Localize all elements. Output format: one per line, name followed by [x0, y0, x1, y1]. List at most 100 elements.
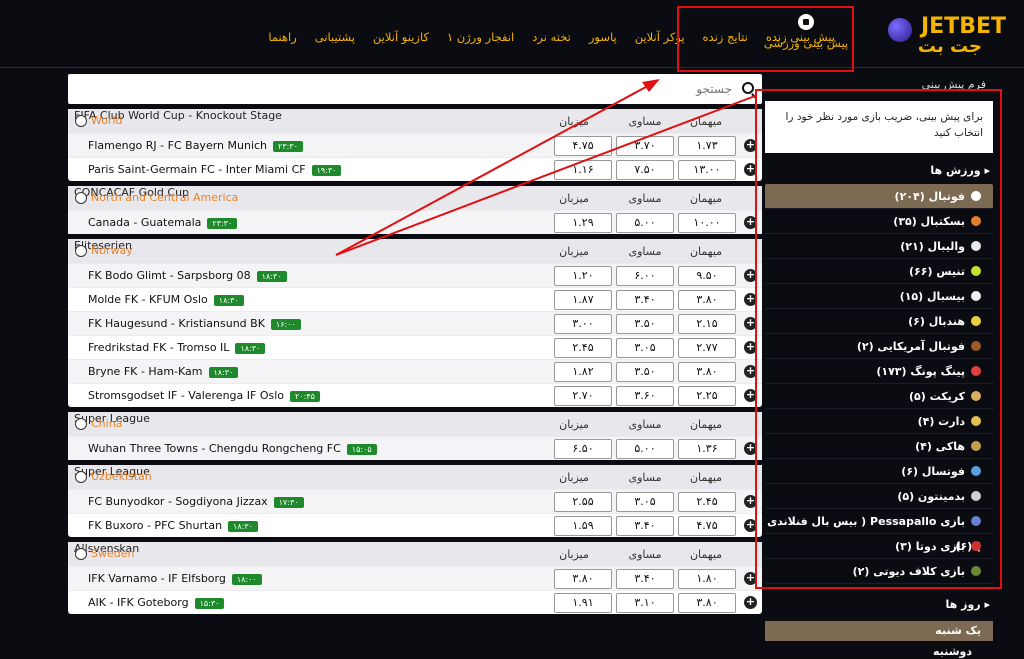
odd-draw-button[interactable]: ۶.۰۰ — [616, 266, 674, 286]
match-teams[interactable]: FC Bunyodkor - Sogdiyona Jizzax ۱۷:۳۰ — [88, 495, 304, 508]
nav-item[interactable]: راهنما — [259, 30, 305, 44]
match-time-badge: ۱۷:۳۰ — [273, 496, 304, 508]
league-country[interactable]: World — [91, 114, 123, 127]
match-teams[interactable]: Paris Saint-Germain FC - Inter Miami CF ۱… — [88, 163, 342, 176]
odd-away-button[interactable]: ۳.۸۰ — [678, 593, 736, 613]
odd-home-button[interactable]: ۲.۴۵ — [554, 338, 612, 358]
odd-away-button[interactable]: ۱۰.۰۰ — [678, 213, 736, 233]
league-country[interactable]: China — [91, 417, 122, 430]
match-teams-label: Molde FK - KFUM Oslo — [88, 293, 208, 306]
match-teams[interactable]: Molde FK - KFUM Oslo ۱۸:۳۰ — [88, 293, 244, 306]
odd-draw-button[interactable]: ۳.۷۰ — [616, 136, 674, 156]
logo-ball-icon — [888, 18, 912, 42]
odd-home-button[interactable]: ۲.۷۰ — [554, 386, 612, 406]
match-teams[interactable]: Flamengo RJ - FC Bayern Munich ۲۳:۳۰ — [88, 139, 303, 152]
column-draw: مساوی — [628, 192, 662, 205]
odd-draw-button[interactable]: ۵.۰۰ — [616, 439, 674, 459]
league-country[interactable]: Norway — [91, 244, 133, 257]
odd-away-button[interactable]: ۱.۸۰ — [678, 569, 736, 589]
odd-draw-button[interactable]: ۵.۰۰ — [616, 213, 674, 233]
odd-draw-button[interactable]: ۳.۴۰ — [616, 290, 674, 310]
search-input[interactable] — [68, 74, 762, 104]
odd-draw-button[interactable]: ۳.۵۰ — [616, 362, 674, 382]
match-teams[interactable]: Stromsgodset IF - Valerenga IF Oslo ۲۰:۴۵ — [88, 389, 320, 402]
match-time-badge: ۱۸:۰۰ — [231, 573, 262, 585]
odd-home-button[interactable]: ۱.۱۶ — [554, 160, 612, 180]
league-country[interactable]: Sweden — [91, 547, 134, 560]
league-block: Sweden Allsvenskan میزبان مساوی میهمان IFK Va… — [68, 542, 762, 614]
odd-home-button[interactable]: ۶.۵۰ — [554, 439, 612, 459]
odd-home-button[interactable]: ۴.۷۵ — [554, 136, 612, 156]
match-time-badge: ۱۸:۳۰ — [213, 294, 244, 306]
match-teams[interactable]: IFK Varnamo - IF Elfsborg ۱۸:۰۰ — [88, 572, 262, 585]
match-row: Wuhan Three Towns - Chengdu Rongcheng FC… — [68, 436, 762, 460]
odd-home-button[interactable]: ۱.۹۱ — [554, 593, 612, 613]
odd-draw-button[interactable]: ۳.۴۰ — [616, 516, 674, 536]
match-teams[interactable]: FK Buxoro - PFC Shurtan ۱۸:۳۰ — [88, 519, 258, 532]
nav-item[interactable]: انفجار ورژن ۱ — [438, 30, 523, 44]
odd-away-button[interactable]: ۲.۴۵ — [678, 492, 736, 512]
match-time-badge: ۱۵:۳۰ — [194, 597, 225, 609]
league-header: China Super League میزبان مساوی میهمان — [68, 412, 762, 436]
soccer-ball-icon — [75, 115, 87, 127]
odd-home-button[interactable]: ۲.۵۵ — [554, 492, 612, 512]
match-time-badge: ۱۸:۳۰ — [208, 366, 239, 378]
highlight-box-sidebar — [755, 89, 1002, 589]
league-country[interactable]: Uzbekistan — [91, 470, 152, 483]
odd-home-button[interactable]: ۳.۰۰ — [554, 314, 612, 334]
days-heading[interactable]: روز ها — [946, 598, 990, 611]
match-row: FK Bodo Glimt - Sarpsborg 08 ۱۸:۳۰ ۱.۲۰ ۶.۰… — [68, 263, 762, 287]
column-draw: مساوی — [628, 115, 662, 128]
logo[interactable]: JETBET جت بت — [886, 12, 1006, 58]
odd-draw-button[interactable]: ۳.۰۵ — [616, 338, 674, 358]
match-teams[interactable]: Wuhan Three Towns - Chengdu Rongcheng FC… — [88, 442, 377, 455]
odd-home-button[interactable]: ۱.۲۹ — [554, 213, 612, 233]
odd-away-button[interactable]: ۱.۷۳ — [678, 136, 736, 156]
odd-draw-button[interactable]: ۷.۵۰ — [616, 160, 674, 180]
odd-away-button[interactable]: ۲.۲۵ — [678, 386, 736, 406]
odd-away-button[interactable]: ۲.۱۵ — [678, 314, 736, 334]
day-item-active[interactable]: یک شنبه — [765, 621, 993, 641]
match-teams[interactable]: FK Bodo Glimt - Sarpsborg 08 ۱۸:۳۰ — [88, 269, 287, 282]
odd-draw-button[interactable]: ۳.۵۰ — [616, 314, 674, 334]
match-teams[interactable]: Canada - Guatemala ۲۳:۳۰ — [88, 216, 238, 229]
odd-away-button[interactable]: ۴.۷۵ — [678, 516, 736, 536]
odd-away-button[interactable]: ۲.۷۷ — [678, 338, 736, 358]
odd-draw-button[interactable]: ۳.۶۰ — [616, 386, 674, 406]
search-bar — [68, 74, 762, 104]
odd-home-button[interactable]: ۱.۸۷ — [554, 290, 612, 310]
match-teams[interactable]: Fredrikstad FK - Tromso IL ۱۸:۳۰ — [88, 341, 266, 354]
column-home: میزبان — [559, 245, 589, 258]
nav-item[interactable]: کازینو آنلاین — [364, 30, 438, 44]
match-row: Molde FK - KFUM Oslo ۱۸:۳۰ ۱.۸۷ ۳.۴۰ ۳.۸۰ + — [68, 287, 762, 311]
column-home: میزبان — [559, 192, 589, 205]
odd-away-button[interactable]: ۱.۳۶ — [678, 439, 736, 459]
odd-draw-button[interactable]: ۳.۱۰ — [616, 593, 674, 613]
league-country[interactable]: North and Central America — [91, 191, 238, 204]
match-list: World FIFA Club World Cup - Knockout Stag… — [68, 109, 762, 659]
search-icon[interactable] — [742, 82, 754, 94]
match-time-badge: ۲۳:۳۰ — [273, 140, 303, 152]
more-markets-plus-icon[interactable]: + — [744, 596, 757, 609]
odd-home-button[interactable]: ۱.۵۹ — [554, 516, 612, 536]
odd-draw-button[interactable]: ۳.۴۰ — [616, 569, 674, 589]
odd-home-button[interactable]: ۱.۲۰ — [554, 266, 612, 286]
nav-item[interactable]: تخته نرد — [523, 30, 580, 44]
soccer-ball-icon — [75, 192, 87, 204]
match-teams[interactable]: AIK - IFK Goteborg ۱۵:۳۰ — [88, 596, 225, 609]
day-item-next[interactable]: دوشنبه — [933, 645, 972, 658]
odd-draw-button[interactable]: ۳.۰۵ — [616, 492, 674, 512]
odd-away-button[interactable]: ۱۳.۰۰ — [678, 160, 736, 180]
odd-home-button[interactable]: ۱.۸۲ — [554, 362, 612, 382]
odd-home-button[interactable]: ۳.۸۰ — [554, 569, 612, 589]
odd-away-button[interactable]: ۳.۸۰ — [678, 362, 736, 382]
odd-away-button[interactable]: ۹.۵۰ — [678, 266, 736, 286]
match-teams[interactable]: Bryne FK - Ham-Kam ۱۸:۳۰ — [88, 365, 239, 378]
match-teams[interactable]: FK Haugesund - Kristiansund BK ۱۶:۰۰ — [88, 317, 301, 330]
column-away: میهمان — [689, 548, 723, 561]
nav-item[interactable]: پشتیبانی — [306, 30, 364, 44]
odd-away-button[interactable]: ۳.۸۰ — [678, 290, 736, 310]
match-time-badge: ۱۸:۳۰ — [228, 520, 258, 532]
nav-item[interactable]: پاسور — [580, 30, 626, 44]
column-away: میهمان — [689, 418, 723, 431]
